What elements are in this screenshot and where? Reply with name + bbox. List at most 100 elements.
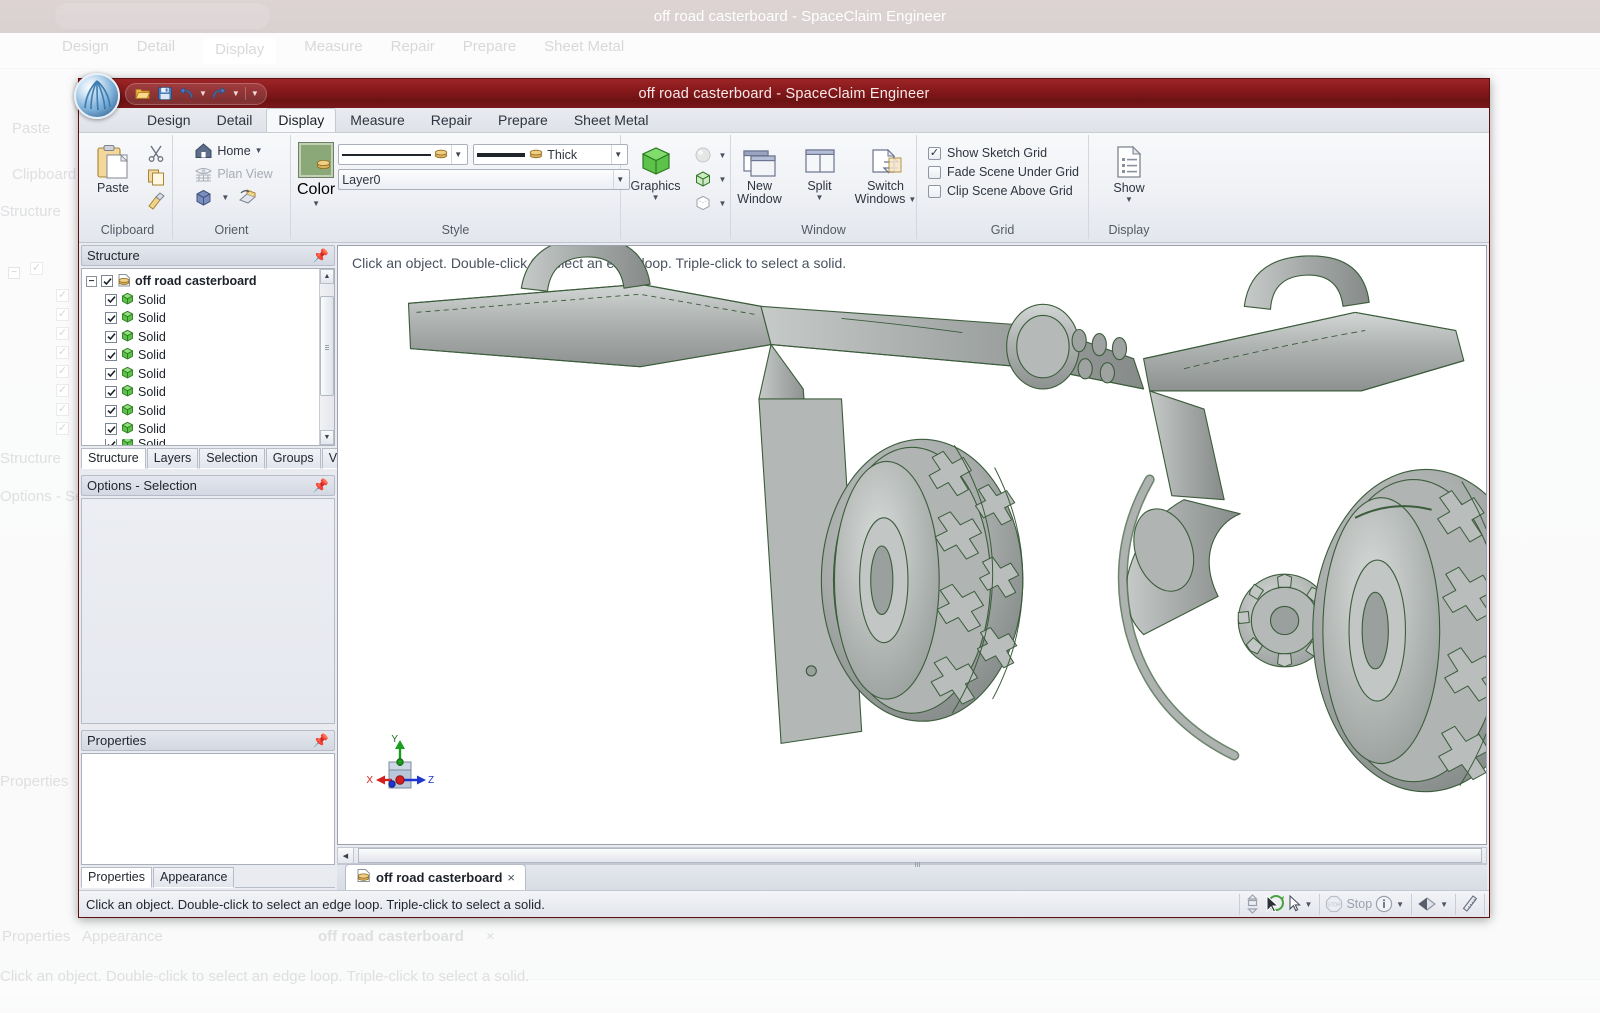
properties-panel-body[interactable] (81, 753, 335, 865)
scroll-up-icon[interactable]: ▲ (320, 269, 334, 284)
format-painter-button[interactable] (143, 190, 169, 212)
paste-button[interactable]: Paste (86, 140, 140, 196)
hscroll-left-icon[interactable]: ◀ (338, 848, 354, 863)
measure-icon[interactable] (1461, 895, 1479, 913)
dock-tab-selection[interactable]: Selection (199, 448, 265, 469)
split-dropdown-icon[interactable]: ▼ (816, 193, 824, 202)
line-style-dropdown-icon[interactable]: ▼ (451, 145, 464, 164)
view-dropdown-icon[interactable]: ▼ (221, 193, 229, 202)
quick-access-toolbar[interactable]: ▼ ▼ ▼ (125, 82, 267, 105)
dock-tab-properties[interactable]: Properties (81, 867, 152, 888)
scroll-track[interactable] (320, 284, 334, 430)
tree-expander-icon[interactable]: − (86, 275, 97, 287)
tree-check-solid-7[interactable] (105, 404, 117, 417)
shaded-button[interactable] (690, 144, 716, 166)
tree-check-solid-5[interactable] (105, 367, 117, 380)
tree-check-solid-2[interactable] (105, 312, 117, 325)
fade-scene-under-grid-box[interactable] (927, 165, 941, 179)
pin-icon[interactable]: 📌 (313, 248, 329, 264)
hidden-line-dropdown-icon[interactable]: ▼ (719, 199, 727, 208)
scroll-thumb[interactable] (320, 296, 334, 396)
c-cursor-icon[interactable] (1263, 894, 1285, 914)
line-weight-combo[interactable]: Thick ▼ (473, 144, 629, 165)
hscroll-track[interactable] (354, 848, 1486, 867)
tree-item-solid-2[interactable]: Solid (86, 309, 334, 328)
save-icon[interactable] (155, 85, 174, 103)
3d-viewport[interactable]: Click an object. Double-click to select … (337, 245, 1487, 845)
tab-design[interactable]: Design (135, 108, 203, 132)
tree-item-solid-3[interactable]: Solid (86, 328, 334, 347)
show-button[interactable]: Show ▼ (1102, 140, 1156, 205)
select-dropdown-icon[interactable]: ▼ (1305, 900, 1313, 909)
hidden-line-button[interactable] (690, 192, 716, 214)
undo-dropdown-icon[interactable]: ▼ (199, 89, 207, 98)
tree-item-solid-6[interactable]: Solid (86, 383, 334, 402)
copy-button[interactable] (143, 166, 169, 188)
tab-repair[interactable]: Repair (419, 108, 484, 132)
tree-root-row[interactable]: − off road casterboard (86, 272, 334, 291)
tree-item-solid-1[interactable]: Solid (86, 291, 334, 310)
tab-measure[interactable]: Measure (338, 108, 416, 132)
graphics-dropdown-icon[interactable]: ▼ (652, 193, 660, 202)
options-panel-body[interactable] (81, 498, 335, 724)
tree-check-solid-4[interactable] (105, 349, 117, 362)
tree-check-solid-3[interactable] (105, 330, 117, 343)
spin-button[interactable] (233, 186, 262, 209)
fade-scene-under-grid-checkbox[interactable]: Fade Scene Under Grid (927, 165, 1079, 179)
dock-tab-structure[interactable]: Structure (81, 448, 146, 469)
close-icon[interactable]: × (507, 870, 515, 885)
tree-check-solid-6[interactable] (105, 386, 117, 399)
document-tab[interactable]: off road casterboard × (345, 864, 527, 890)
undo-icon[interactable] (177, 85, 196, 103)
tree-root-checkbox[interactable] (101, 275, 113, 288)
switch-windows-button[interactable]: Switch Windows ▼ (853, 140, 919, 207)
show-dropdown-icon[interactable]: ▼ (1125, 195, 1133, 204)
layer-combo[interactable]: Layer0 ▼ (338, 169, 631, 190)
cursor-arrow-icon[interactable] (1288, 895, 1302, 913)
new-window-button[interactable]: New Window (733, 140, 787, 207)
pin-icon[interactable]: 📌 (313, 733, 329, 749)
plan-view-button[interactable]: Plan View (190, 163, 276, 184)
tab-prepare[interactable]: Prepare (486, 108, 560, 132)
select-mode-icon[interactable] (1245, 894, 1260, 914)
tree-item-solid-9[interactable]: Solid (86, 438, 334, 445)
tab-sheet-metal[interactable]: Sheet Metal (562, 108, 661, 132)
home-dropdown-icon[interactable]: ▼ (255, 146, 263, 155)
stop-icon[interactable]: STOP (1325, 895, 1343, 913)
info-dropdown-icon[interactable]: ▼ (1396, 900, 1404, 909)
clip-scene-above-grid-box[interactable] (927, 184, 941, 198)
split-button[interactable]: Split ▼ (793, 140, 847, 203)
show-sketch-grid-box[interactable]: ✓ (927, 146, 941, 160)
dock-tab-groups[interactable]: Groups (265, 448, 321, 469)
spaceclaim-logo-icon[interactable] (74, 73, 120, 119)
customize-qat-icon[interactable]: ▼ (251, 89, 259, 98)
info-icon[interactable] (1375, 895, 1393, 913)
snap-dropdown-icon[interactable]: ▼ (1440, 900, 1448, 909)
switch-windows-dropdown-icon[interactable]: ▼ (908, 195, 916, 204)
tree-check-solid-8[interactable] (105, 423, 117, 436)
hscroll-thumb[interactable] (358, 848, 1482, 867)
show-sketch-grid-checkbox[interactable]: ✓ Show Sketch Grid (927, 146, 1079, 160)
title-bar[interactable]: ▼ ▼ ▼ off road casterboard - SpaceClaim … (74, 73, 1489, 119)
pin-icon[interactable]: 📌 (313, 478, 329, 494)
color-swatch-button[interactable] (298, 142, 335, 178)
snap-icon[interactable] (1417, 895, 1437, 913)
tree-item-solid-7[interactable]: Solid (86, 402, 334, 421)
cut-button[interactable] (143, 142, 169, 164)
tree-check-solid-9[interactable] (105, 438, 117, 445)
tab-detail[interactable]: Detail (205, 108, 265, 132)
axis-triad[interactable]: Y Z X (362, 732, 434, 799)
tree-item-solid-4[interactable]: Solid (86, 346, 334, 365)
tab-display[interactable]: Display (266, 108, 337, 132)
color-dropdown-icon[interactable]: ▼ (312, 199, 320, 208)
home-button[interactable]: Home ▼ (190, 140, 266, 161)
wireframe-dropdown-icon[interactable]: ▼ (719, 175, 727, 184)
view-button[interactable] (190, 186, 217, 209)
structure-tree[interactable]: − off road casterboard Solid Solid Solid… (81, 268, 335, 446)
clip-scene-above-grid-checkbox[interactable]: Clip Scene Above Grid (927, 184, 1079, 198)
open-icon[interactable] (133, 85, 152, 103)
dock-tab-appearance[interactable]: Appearance (152, 867, 235, 888)
tree-item-solid-8[interactable]: Solid (86, 420, 334, 439)
graphics-button[interactable]: Graphics ▼ (625, 140, 687, 203)
casterboard-model[interactable] (338, 246, 1486, 844)
